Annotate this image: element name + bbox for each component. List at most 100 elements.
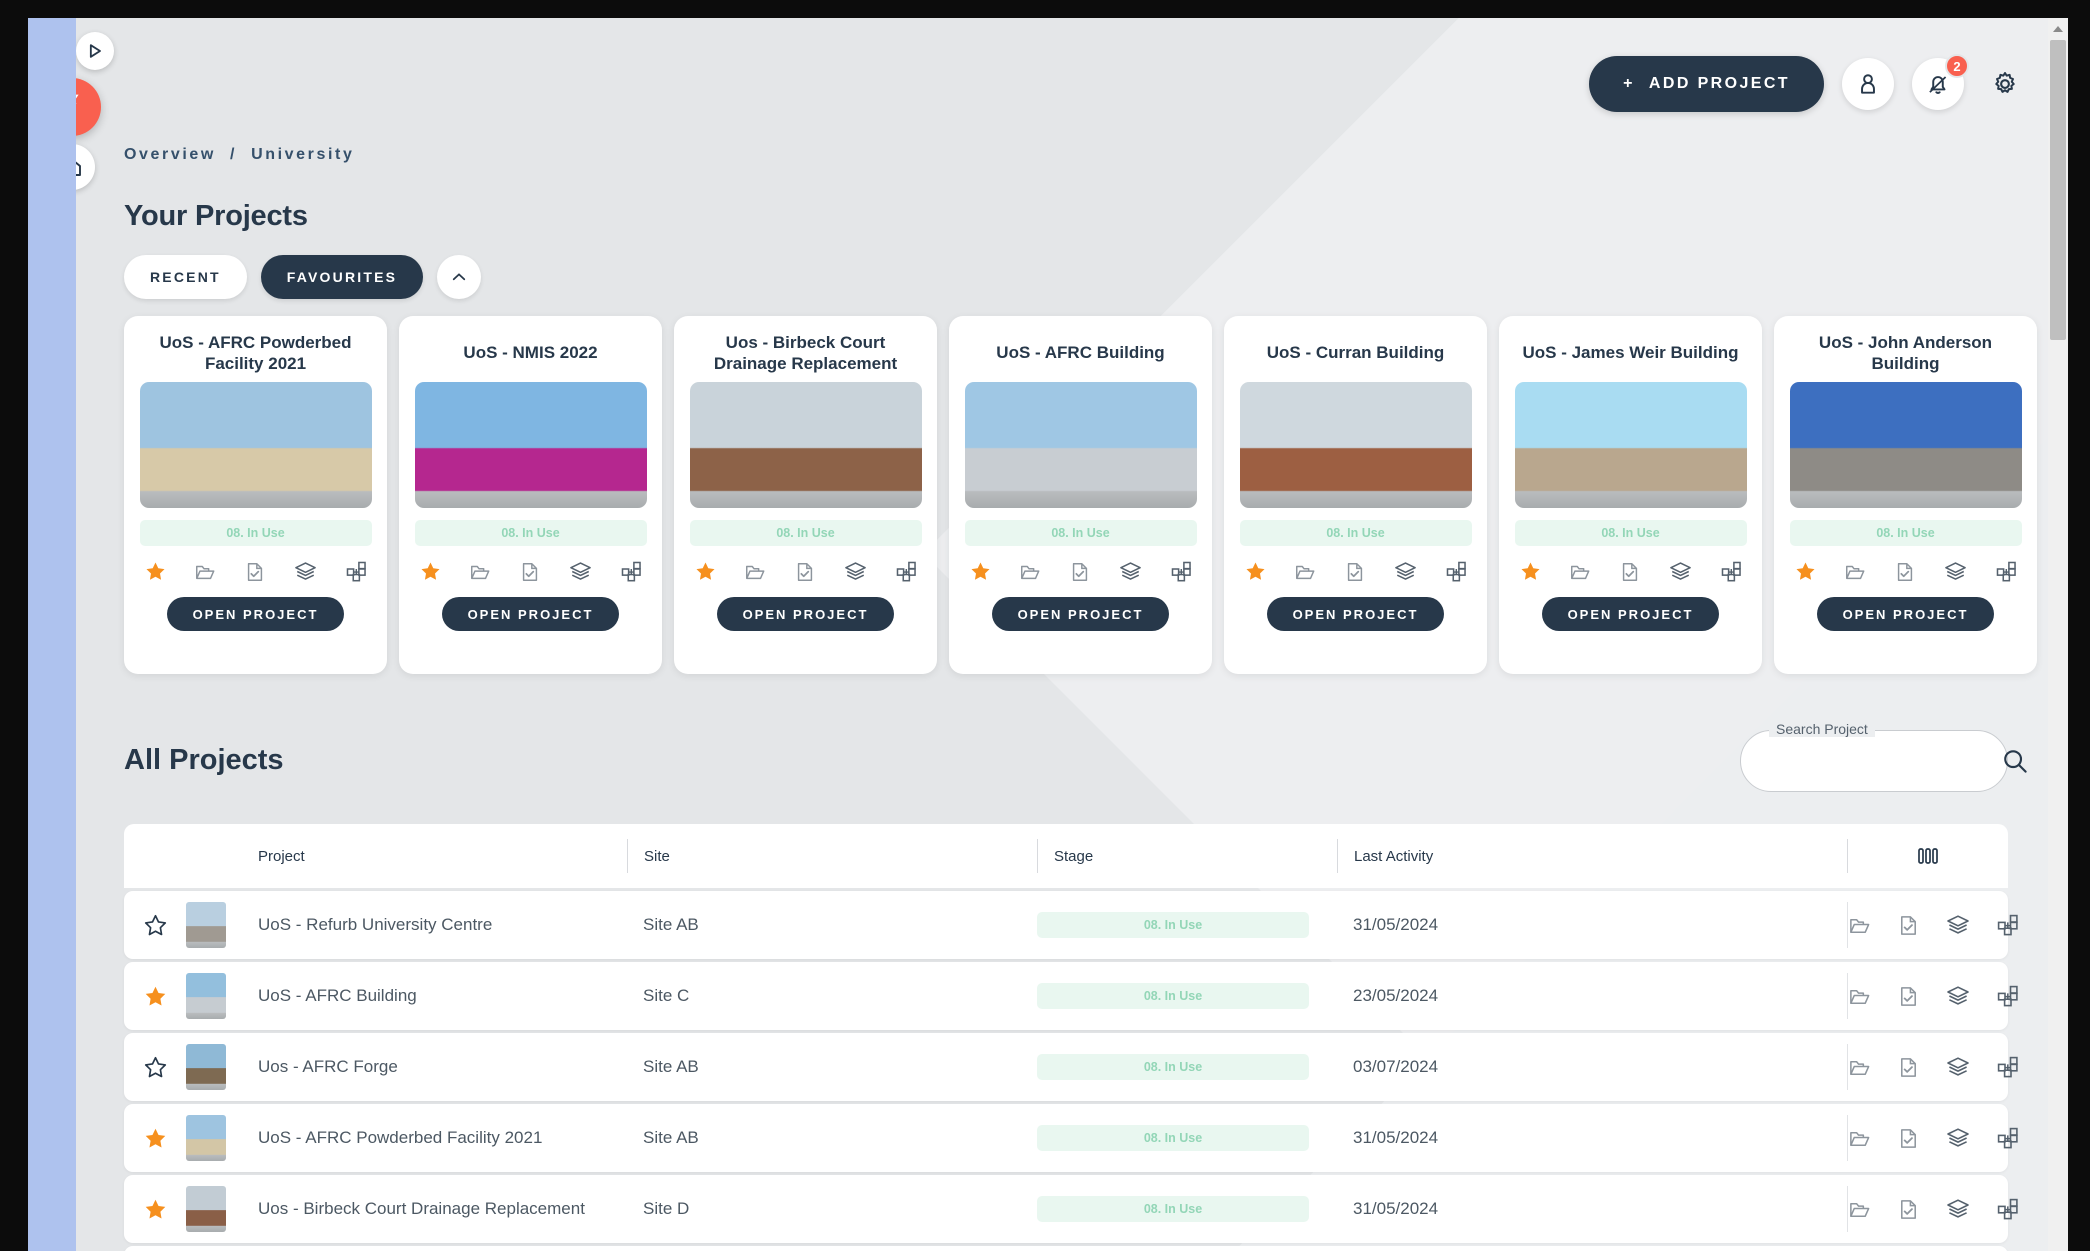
project-card[interactable]: UoS - John Anderson Building 08. In Use …	[1774, 316, 2037, 674]
open-project-button[interactable]: OPEN PROJECT	[441, 597, 620, 631]
layers-action[interactable]	[1669, 560, 1692, 583]
share-action[interactable]	[1996, 1126, 2020, 1150]
header-column-options[interactable]	[1847, 839, 2008, 873]
documents-action[interactable]	[794, 561, 816, 583]
open-folder-action[interactable]	[1019, 561, 1041, 583]
scroll-up-button[interactable]	[2048, 18, 2068, 40]
user-account-button[interactable]	[1842, 58, 1894, 110]
collapse-section-button[interactable]	[437, 255, 482, 299]
open-project-button[interactable]: OPEN PROJECT	[166, 597, 345, 631]
project-card[interactable]: Uos - Birbeck Court Drainage Replacement…	[674, 316, 937, 674]
breadcrumb-root[interactable]: Overview	[124, 146, 216, 163]
share-action[interactable]	[620, 560, 643, 583]
share-action[interactable]	[1996, 984, 2020, 1008]
settings-button[interactable]	[1982, 61, 2028, 107]
documents-action[interactable]	[519, 561, 541, 583]
favourite-toggle[interactable]	[1244, 560, 1267, 583]
favourite-toggle[interactable]	[144, 560, 167, 583]
table-row[interactable]: UoS - AFRC Building Site C 08. In Use 23…	[124, 962, 2018, 1030]
documents-action[interactable]	[1069, 561, 1091, 583]
project-card[interactable]: UoS - Curran Building 08. In Use OPEN PR…	[1224, 316, 1487, 674]
open-folder-action[interactable]	[744, 561, 766, 583]
open-folder-action[interactable]	[1294, 561, 1316, 583]
favourite-toggle[interactable]	[694, 560, 717, 583]
table-row[interactable]: Uos - Birbeck Court Drainage Replacement…	[124, 1175, 2018, 1243]
open-folder-action[interactable]	[1848, 1127, 1871, 1150]
share-action[interactable]	[1996, 1197, 2020, 1221]
share-action[interactable]	[1995, 560, 2018, 583]
project-card[interactable]: UoS - James Weir Building 08. In Use OPE…	[1499, 316, 1762, 674]
layers-action[interactable]	[844, 560, 867, 583]
project-card[interactable]: UoS - NMIS 2022 08. In Use OPEN PROJECT	[399, 316, 662, 674]
documents-action[interactable]	[1897, 985, 1920, 1008]
open-folder-action[interactable]	[1848, 985, 1871, 1008]
open-folder-action[interactable]	[194, 561, 216, 583]
open-folder-action[interactable]	[469, 561, 491, 583]
layers-action[interactable]	[1946, 1197, 1970, 1221]
row-project-name[interactable]: UoS - AFRC Building	[242, 986, 627, 1006]
documents-action[interactable]	[1619, 561, 1641, 583]
table-row-partial[interactable]	[124, 1246, 2008, 1251]
documents-action[interactable]	[1344, 561, 1366, 583]
open-folder-action[interactable]	[1848, 1198, 1871, 1221]
favourite-toggle[interactable]	[124, 913, 186, 938]
tab-favourites[interactable]: FAVOURITES	[260, 255, 424, 299]
share-action[interactable]	[895, 560, 918, 583]
project-card[interactable]: UoS - AFRC Powderbed Facility 2021 08. I…	[124, 316, 387, 674]
header-project[interactable]: Project	[242, 848, 627, 865]
notifications-button[interactable]: 2	[1912, 54, 1969, 110]
table-row[interactable]: UoS - AFRC Powderbed Facility 2021 Site …	[124, 1104, 2018, 1172]
layers-action[interactable]	[1946, 1055, 1970, 1079]
favourite-toggle[interactable]	[1794, 560, 1817, 583]
favourite-toggle[interactable]	[419, 560, 442, 583]
open-folder-action[interactable]	[1848, 914, 1871, 937]
share-action[interactable]	[345, 560, 368, 583]
open-project-button[interactable]: OPEN PROJECT	[1266, 597, 1445, 631]
documents-action[interactable]	[1897, 1127, 1920, 1150]
search-input[interactable]	[1741, 752, 2000, 770]
favourite-toggle[interactable]	[1519, 560, 1542, 583]
favourite-toggle[interactable]	[124, 1126, 186, 1151]
layers-action[interactable]	[1946, 984, 1970, 1008]
documents-action[interactable]	[1897, 1198, 1920, 1221]
documents-action[interactable]	[1897, 1056, 1920, 1079]
share-action[interactable]	[1445, 560, 1468, 583]
row-project-name[interactable]: UoS - AFRC Powderbed Facility 2021	[242, 1128, 627, 1148]
share-action[interactable]	[1720, 560, 1743, 583]
breadcrumb-current[interactable]: University	[251, 146, 354, 163]
open-project-button[interactable]: OPEN PROJECT	[1541, 597, 1720, 631]
open-folder-action[interactable]	[1844, 561, 1866, 583]
row-project-name[interactable]: Uos - Birbeck Court Drainage Replacement	[242, 1199, 627, 1219]
table-row[interactable]: UoS - Refurb University Centre Site AB 0…	[124, 891, 2018, 959]
row-project-name[interactable]: Uos - AFRC Forge	[242, 1057, 627, 1077]
table-row[interactable]: Uos - AFRC Forge Site AB 08. In Use 03/0…	[124, 1033, 2018, 1101]
favourite-toggle[interactable]	[124, 1197, 186, 1222]
scrollbar-thumb[interactable]	[2050, 40, 2066, 340]
documents-action[interactable]	[244, 561, 266, 583]
layers-action[interactable]	[1119, 560, 1142, 583]
documents-action[interactable]	[1897, 914, 1920, 937]
share-action[interactable]	[1996, 1055, 2020, 1079]
open-project-button[interactable]: OPEN PROJECT	[1816, 597, 1995, 631]
favourite-toggle[interactable]	[124, 1055, 186, 1080]
header-site[interactable]: Site	[627, 839, 1037, 873]
layers-action[interactable]	[1394, 560, 1417, 583]
add-project-button[interactable]: + ADD PROJECT	[1589, 56, 1824, 112]
layers-action[interactable]	[1946, 913, 1970, 937]
layers-action[interactable]	[1944, 560, 1967, 583]
layers-action[interactable]	[294, 560, 317, 583]
documents-action[interactable]	[1894, 561, 1916, 583]
open-folder-action[interactable]	[1569, 561, 1591, 583]
project-card[interactable]: UoS - AFRC Building 08. In Use OPEN PROJ…	[949, 316, 1212, 674]
vertical-scrollbar[interactable]	[2048, 18, 2068, 1251]
header-stage[interactable]: Stage	[1037, 839, 1337, 873]
open-project-button[interactable]: OPEN PROJECT	[991, 597, 1170, 631]
layers-action[interactable]	[1946, 1126, 1970, 1150]
row-project-name[interactable]: UoS - Refurb University Centre	[242, 915, 627, 935]
search-button[interactable]	[2000, 738, 2030, 784]
open-folder-action[interactable]	[1848, 1056, 1871, 1079]
layers-action[interactable]	[569, 560, 592, 583]
tab-recent[interactable]: RECENT	[124, 255, 247, 299]
share-action[interactable]	[1170, 560, 1193, 583]
share-action[interactable]	[1996, 913, 2020, 937]
